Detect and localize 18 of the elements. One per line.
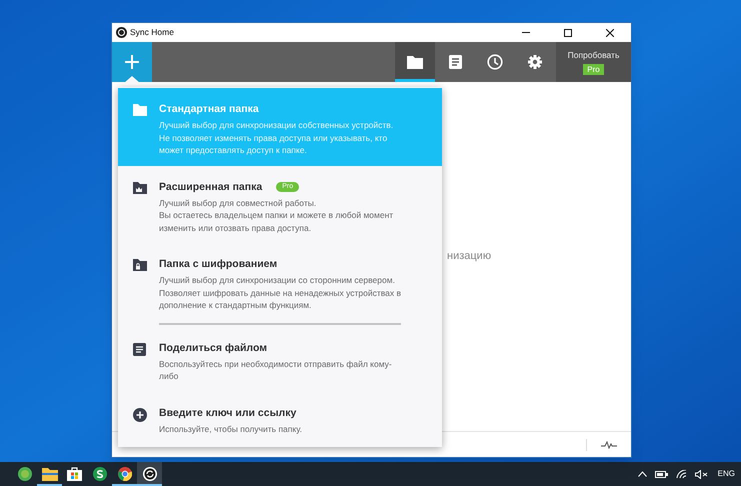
empty-state-text: низацию (447, 249, 492, 264)
menu-item-description: Используйте, чтобы получить папку. (159, 422, 302, 435)
menu-item-description: Лучший выбор для синхронизации собственных устройств. Не позволяет изменять права доступа или указывать, кто может предоставлять доступ к папке. (159, 119, 394, 156)
menu-item-title: Поделиться файлом (159, 340, 267, 354)
menu-item-title: Папка с шифрованием (159, 257, 278, 271)
menu-item[interactable]: Введите ключ или ссылку Используйте, чтобы получить папку. (118, 392, 442, 444)
menu-item[interactable]: Поделиться файлом Воспользуйтесь при необходимости отправить файл кому- либо (118, 326, 442, 392)
window-title: Sync Home (130, 26, 174, 39)
menu-item-title: Расширенная папка (159, 180, 262, 194)
pro-badge: Pro (583, 64, 604, 75)
menu-item-description: Лучший выбор для синхронизации со сторонним сервером. Позволяет шифровать данные на ненадежных устройствах в дополнение к стандартным функциям. (159, 274, 402, 312)
menu-item-title: Стандартная папка (159, 102, 259, 116)
try-pro-button[interactable]: Попробовать Pro (556, 42, 631, 82)
menu-item[interactable]: Папка с шифрованием Лучший выбор для синхронизации со сторонним сервером. Позволяет шифровать данные на ненадежных устройствах в дополнение к стандартным функциям. (118, 243, 442, 320)
menu-item-description: Лучший выбор для совместной работы. Вы остаетесь владельцем папки и можете в любой момент изменить или отозвать права доступа. (159, 196, 394, 234)
menu-item-description: Воспользуйтесь при необходимости отправить файл кому- либо (159, 358, 392, 382)
menu-item-title: Введите ключ или ссылку (159, 406, 296, 420)
language-indicator[interactable]: ENG (718, 468, 735, 480)
